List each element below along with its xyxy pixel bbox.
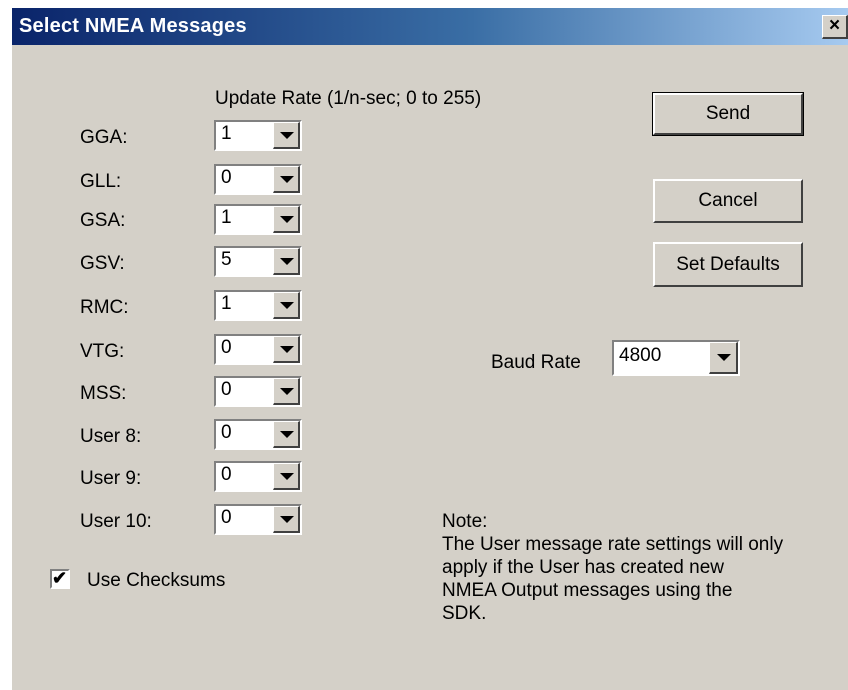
baud-rate-label: Baud Rate [491,352,581,373]
gsa-rate-value: 1 [221,207,232,228]
title-bar[interactable]: Select NMEA Messages × [12,8,848,45]
gll-rate-value: 0 [221,167,232,188]
cancel-button[interactable]: Cancel [653,179,803,223]
note-block: Note: The User message rate settings wil… [442,510,783,625]
mss-dropdown-button[interactable] [273,378,300,405]
gsv-rate-value: 5 [221,249,232,270]
user10-label: User 10: [80,511,152,532]
send-button-label: Send [705,103,751,124]
baud-rate-value: 4800 [619,345,662,366]
user9-rate-combo[interactable]: 0 [214,461,302,492]
user10-rate-value: 0 [221,507,232,528]
gsa-label: GSA: [80,210,126,231]
gsa-rate-combo[interactable]: 1 [214,204,302,235]
user8-label: User 8: [80,426,142,447]
close-icon: × [828,15,841,36]
checkmark-icon: ✔ [52,568,68,588]
gll-dropdown-button[interactable] [273,166,300,193]
dropdown-arrow-icon [280,431,294,438]
dropdown-arrow-icon [280,388,294,395]
rmc-dropdown-button[interactable] [273,292,300,319]
mss-rate-value: 0 [221,379,232,400]
note-line: SDK. [442,603,487,624]
use-checksums-label[interactable]: Use Checksums [87,570,225,592]
baud-rate-combo[interactable]: 4800 [612,340,740,376]
rmc-label: RMC: [80,297,129,318]
dropdown-arrow-icon [717,354,731,361]
update-rate-header: Update Rate (1/n-sec; 0 to 255) [215,88,482,109]
gga-rate-value: 1 [221,123,232,144]
mss-label: MSS: [80,383,127,404]
dropdown-arrow-icon [280,216,294,223]
user8-rate-value: 0 [221,422,232,443]
user9-label: User 9: [80,468,142,489]
user10-rate-combo[interactable]: 0 [214,504,302,535]
set-defaults-button-label: Set Defaults [676,254,780,275]
mss-rate-combo[interactable]: 0 [214,376,302,407]
note-title: Note: [442,511,488,532]
user8-rate-combo[interactable]: 0 [214,419,302,450]
dropdown-arrow-icon [280,516,294,523]
user9-rate-value: 0 [221,464,232,485]
gsv-rate-combo[interactable]: 5 [214,246,302,277]
vtg-rate-value: 0 [221,337,232,358]
send-button[interactable]: Send [652,92,804,136]
baud-dropdown-button[interactable] [709,342,738,374]
vtg-dropdown-button[interactable] [273,336,300,363]
gga-rate-combo[interactable]: 1 [214,120,302,151]
note-line: NMEA Output messages using the [442,580,733,601]
gga-label: GGA: [80,127,128,148]
rmc-rate-combo[interactable]: 1 [214,290,302,321]
dropdown-arrow-icon [280,302,294,309]
cancel-button-label: Cancel [698,190,758,211]
vtg-rate-combo[interactable]: 0 [214,334,302,365]
gga-dropdown-button[interactable] [273,122,300,149]
use-checksums-checkbox[interactable]: ✔ [50,568,70,589]
gll-rate-combo[interactable]: 0 [214,164,302,195]
user9-dropdown-button[interactable] [273,463,300,490]
gsv-label: GSV: [80,253,125,274]
rmc-rate-value: 1 [221,293,232,314]
user10-dropdown-button[interactable] [273,506,300,533]
gll-label: GLL: [80,171,122,192]
user8-dropdown-button[interactable] [273,421,300,448]
note-line: apply if the User has created new [442,557,724,578]
gsa-dropdown-button[interactable] [273,206,300,233]
dropdown-arrow-icon [280,132,294,139]
dropdown-arrow-icon [280,473,294,480]
dialog-title: Select NMEA Messages [19,15,247,37]
gsv-dropdown-button[interactable] [273,248,300,275]
close-button[interactable]: × [822,15,848,39]
vtg-label: VTG: [80,341,125,362]
set-defaults-button[interactable]: Set Defaults [653,242,803,287]
dropdown-arrow-icon [280,258,294,265]
dropdown-arrow-icon [280,176,294,183]
note-line: The User message rate settings will only [442,534,784,555]
dropdown-arrow-icon [280,346,294,353]
